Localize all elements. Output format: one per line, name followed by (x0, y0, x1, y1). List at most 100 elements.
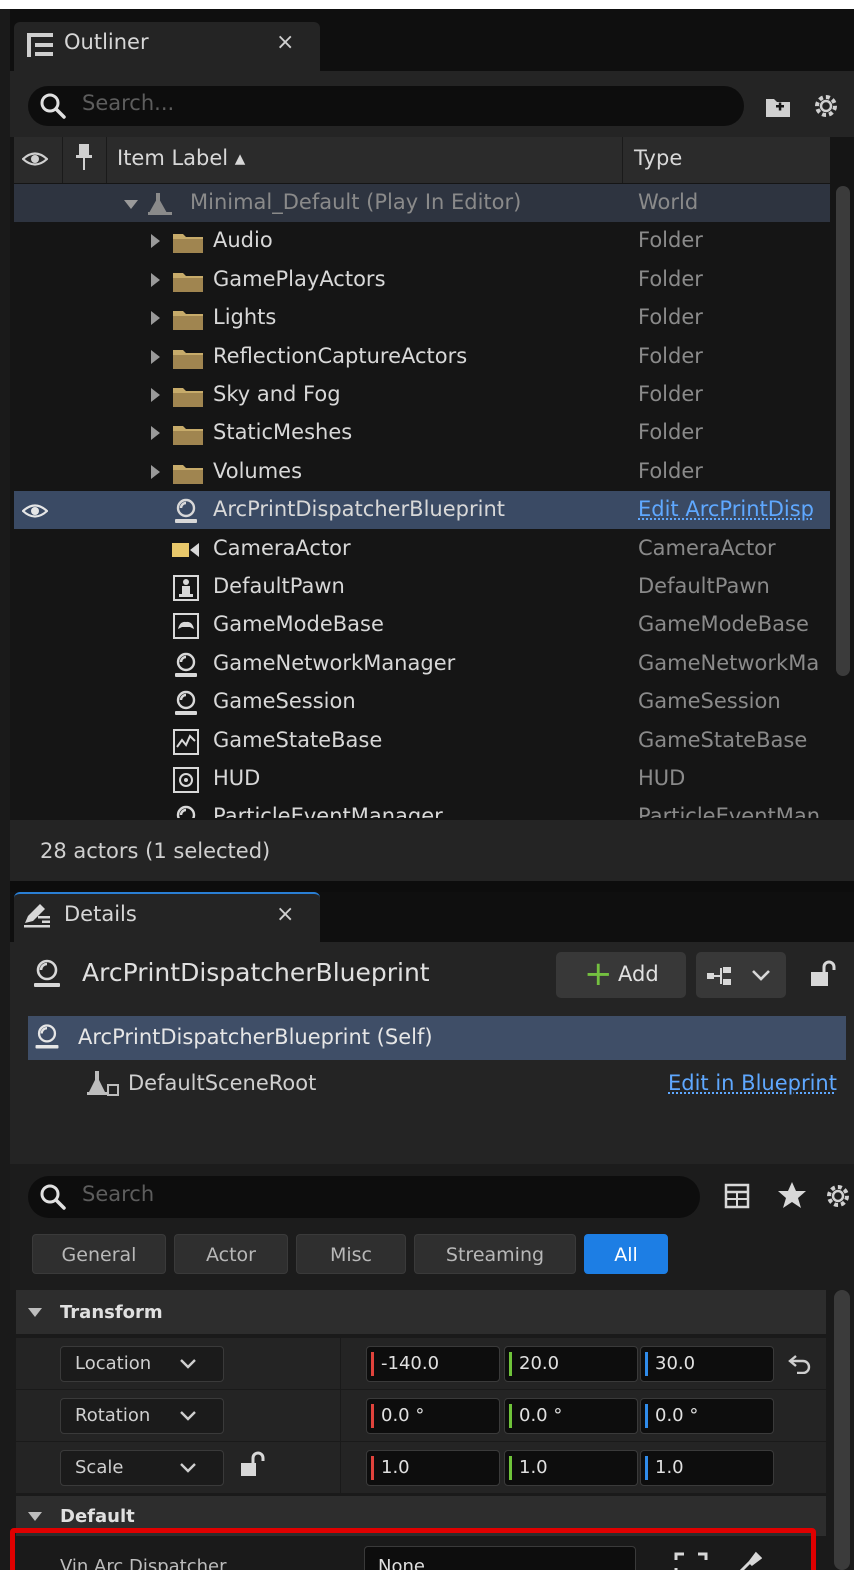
plus-icon: + (584, 954, 613, 994)
actor-icon (35, 1024, 59, 1049)
hud-icon (171, 765, 201, 795)
details-tab-close-icon[interactable]: × (276, 902, 294, 927)
outliner-actor-row[interactable]: ParticleEventManager ParticleEventMan (14, 798, 830, 818)
edit-in-blueprint-link[interactable]: Edit in Blueprint (668, 1071, 837, 1095)
outliner-folder-row[interactable]: Lights Folder (14, 299, 830, 337)
filter-all[interactable]: All (584, 1234, 668, 1274)
outliner-folder-row[interactable]: Audio Folder (14, 222, 830, 260)
actor-icon (171, 650, 201, 680)
gamemode-icon (171, 611, 201, 641)
outliner-scrollbar[interactable] (836, 186, 850, 676)
pawn-icon (171, 573, 201, 603)
scale-y-field[interactable]: 1.0 (504, 1450, 638, 1486)
actor-icon (34, 959, 60, 987)
filter-streaming[interactable]: Streaming (414, 1234, 576, 1274)
row-label: StaticMeshes (213, 420, 353, 445)
expand-arrow-icon[interactable] (151, 272, 160, 287)
expand-arrow-icon[interactable] (151, 234, 160, 249)
actor-icon (171, 688, 201, 718)
filter-general[interactable]: General (32, 1234, 166, 1274)
scale-x-field[interactable]: 1.0 (366, 1450, 500, 1486)
outliner-folder-row[interactable]: Volumes Folder (14, 453, 830, 491)
panel-splitter[interactable] (10, 881, 854, 892)
location-y-field[interactable]: 20.0 (504, 1346, 638, 1382)
details-tab[interactable] (14, 892, 320, 942)
world-icon (146, 189, 176, 219)
component-root-label[interactable]: DefaultSceneRoot (128, 1071, 316, 1095)
scale-lock-icon[interactable] (238, 1450, 266, 1480)
rotation-x-field[interactable]: 0.0 ° (366, 1398, 500, 1434)
outliner-actor-row[interactable]: GameModeBase GameModeBase (14, 606, 830, 644)
scale-z-field[interactable]: 1.0 (640, 1450, 774, 1486)
rotation-z-value: 0.0 ° (655, 1405, 699, 1426)
add-folder-icon[interactable] (764, 93, 792, 119)
section-transform[interactable]: Transform (16, 1290, 826, 1334)
expand-arrow-icon[interactable] (151, 311, 160, 326)
row-label: Volumes (213, 458, 303, 483)
outliner-actor-row[interactable]: ArcPrintDispatcherBlueprint Edit ArcPrint… (14, 491, 830, 530)
location-z-value: 30.0 (655, 1353, 696, 1374)
location-x-value: -140.0 (381, 1353, 440, 1374)
row-type: World (638, 190, 699, 214)
section-title: Default (60, 1506, 135, 1527)
property-matrix-icon[interactable] (724, 1183, 750, 1209)
top-crop-strip (0, 0, 854, 9)
location-row: Location -140.0 20.0 30.0 (16, 1338, 826, 1390)
row-label: ReflectionCaptureActors (213, 343, 468, 368)
details-scrollbar[interactable] (834, 1290, 850, 1570)
outliner-world-row[interactable]: Minimal_Default (Play In Editor) World (14, 184, 830, 222)
row-type: HUD (638, 766, 686, 790)
scene-root-icon (87, 1071, 119, 1096)
outliner-folder-row[interactable]: ReflectionCaptureActors Folder (14, 338, 830, 376)
outliner-tab-close-icon[interactable]: × (276, 30, 294, 55)
expand-arrow-icon[interactable] (151, 426, 160, 441)
edit-blueprint-link[interactable]: Edit ArcPrintDisp (638, 497, 830, 521)
location-z-field[interactable]: 30.0 (640, 1346, 774, 1382)
favorite-star-icon[interactable] (776, 1180, 808, 1210)
column-type[interactable]: Type (634, 146, 682, 170)
actor-icon (171, 803, 201, 818)
outliner-folder-row[interactable]: Sky and Fog Folder (14, 376, 830, 414)
actor-count-status: 28 actors (1 selected) (40, 839, 271, 863)
expand-arrow-icon[interactable] (151, 388, 160, 402)
column-item-label[interactable]: Item Label ▴ (117, 146, 245, 170)
expand-arrow-icon[interactable] (124, 200, 138, 209)
rotation-mode-dropdown[interactable]: Rotation (60, 1398, 224, 1434)
outliner-tab[interactable] (14, 22, 320, 71)
rotation-z-field[interactable]: 0.0 ° (640, 1398, 774, 1434)
row-type: GameModeBase (638, 612, 809, 637)
rotation-label: Rotation (75, 1405, 151, 1426)
settings-gear-icon[interactable] (810, 90, 842, 122)
scale-mode-dropdown[interactable]: Scale (60, 1450, 224, 1486)
actor-icon (171, 496, 201, 526)
location-x-field[interactable]: -140.0 (366, 1346, 500, 1382)
visibility-eye-icon[interactable] (22, 148, 48, 170)
outliner-actor-row[interactable]: CameraActor CameraActor (14, 530, 830, 568)
outliner-tree: Minimal_Default (Play In Editor) World Aud… (14, 184, 830, 818)
row-label: GameStateBase (213, 727, 383, 752)
reset-to-default-icon[interactable] (788, 1352, 812, 1374)
details-tab-title: Details (64, 902, 137, 926)
location-mode-dropdown[interactable]: Location (60, 1346, 224, 1382)
rotation-y-field[interactable]: 0.0 ° (504, 1398, 638, 1434)
filter-misc[interactable]: Misc (296, 1234, 406, 1274)
outliner-actor-row[interactable]: GameNetworkManager GameNetworkMa (14, 645, 830, 683)
row-label: GameNetworkManager (213, 650, 456, 675)
outliner-actor-row[interactable]: GameStateBase GameStateBase (14, 722, 830, 760)
filter-actor[interactable]: Actor (174, 1234, 288, 1274)
unlock-icon[interactable] (808, 958, 838, 990)
outliner-folder-row[interactable]: GamePlayActors Folder (14, 261, 830, 299)
chevron-down-icon (180, 1411, 196, 1421)
expand-arrow-icon[interactable] (151, 464, 160, 479)
settings-gear-icon[interactable] (822, 1180, 854, 1212)
outliner-actor-row[interactable]: DefaultPawn DefaultPawn (14, 568, 830, 606)
outliner-actor-row[interactable]: HUD HUD (14, 760, 830, 798)
pin-icon[interactable] (74, 143, 94, 171)
expand-arrow-icon[interactable] (151, 349, 160, 364)
outliner-actor-row[interactable]: GameSession GameSession (14, 683, 830, 721)
row-label: GamePlayActors (213, 266, 386, 291)
outliner-folder-row[interactable]: StaticMeshes Folder (14, 414, 830, 452)
visibility-eye-icon[interactable] (21, 500, 49, 522)
details-search-placeholder: Search (82, 1182, 155, 1206)
scale-label: Scale (75, 1457, 124, 1478)
